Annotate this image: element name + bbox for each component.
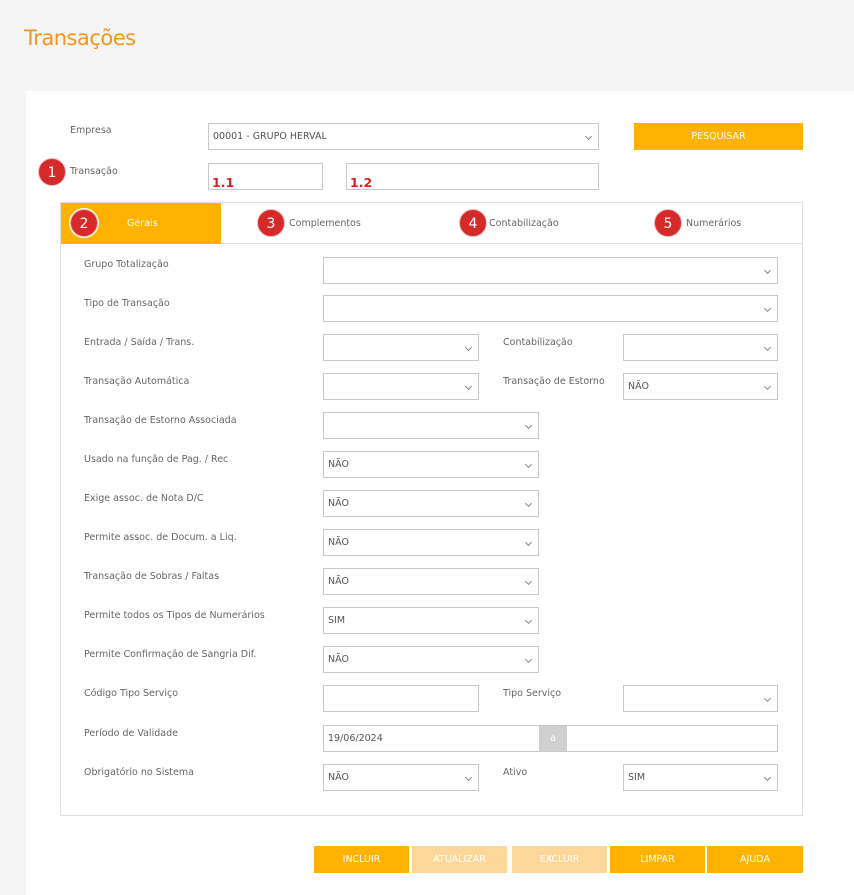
marker-5-badge: 5 [654,209,682,237]
usado-pag-rec-select[interactable]: NÃO [323,451,539,478]
marker-1-1-label: 1.1 [212,175,235,190]
pesquisar-button[interactable]: PESQUISAR [634,123,803,150]
main-panel: Empresa 00001 - GRUPO HERVAL PESQUISAR 1… [26,91,854,895]
permite-docum-label: Permite assoc. de Docum. a Liq. [84,532,237,543]
tipo-servico-select[interactable] [623,685,778,712]
codigo-tipo-servico-label: Código Tipo Serviço [84,688,179,699]
transacao-label: Transação [70,166,118,177]
empresa-label: Empresa [70,125,112,136]
codigo-tipo-servico-input[interactable] [323,685,479,712]
incluir-button[interactable]: INCLUIR [314,846,409,873]
periodo-separator: a [539,726,567,751]
sobras-faltas-select[interactable]: NÃO [323,568,539,595]
tab-complementos-label: Complementos [289,218,361,229]
tab-complementos[interactable]: 3 Complementos [257,203,377,244]
ativo-label: Ativo [503,767,528,778]
estorno-associada-select[interactable] [323,412,539,439]
sobras-faltas-label: Transação de Sobras / Faltas [84,571,220,582]
usado-pag-rec-label: Usado na função de Pag. / Rec [84,454,229,465]
grupo-totalizacao-select[interactable] [323,257,778,284]
marker-2-badge: 2 [70,209,98,237]
ajuda-button[interactable]: AJUDA [707,846,803,873]
marker-1-badge: 1 [38,158,66,186]
todos-numerarios-label: Permite todos os Tipos de Numerários [84,610,265,621]
transacao-automatica-label: Transação Automática [84,376,190,387]
tipo-transacao-label: Tipo de Transação [84,298,170,309]
page-title: Transações [24,26,136,50]
ativo-select[interactable]: SIM [623,764,778,791]
tab-numerarios[interactable]: 5 Numerários [654,203,764,244]
todos-numerarios-select[interactable]: SIM [323,607,539,634]
marker-1-2-label: 1.2 [350,175,373,190]
contabilizacao-select[interactable] [623,334,778,361]
periodo-validade-label: Período de Validade [84,728,178,739]
periodo-start-value[interactable]: 19/06/2024 [328,733,383,744]
limpar-button[interactable]: LIMPAR [610,846,705,873]
exige-nota-label: Exige assoc. de Nota D/C [84,493,204,504]
tab-contabilizacao-label: Contabilização [489,218,559,229]
transacao-code-input[interactable]: 1.1 [208,163,323,190]
obrigatorio-select[interactable]: NÃO [323,764,479,791]
obrigatorio-label: Obrigatório no Sistema [84,767,194,778]
estorno-associada-label: Transação de Estorno Associada [84,415,237,426]
marker-4-badge: 4 [459,209,487,237]
transacao-estorno-label: Transação de Estorno [503,376,605,387]
excluir-button[interactable]: EXCLUIR [512,846,607,873]
exige-nota-select[interactable]: NÃO [323,490,539,517]
tab-gerais-label: Gerais [127,218,158,229]
entrada-saida-select[interactable] [323,334,479,361]
confirmacao-sangria-select[interactable]: NÃO [323,646,539,673]
tab-numerarios-label: Numerários [686,218,742,229]
transacao-estorno-select[interactable]: NÃO [623,373,778,400]
empresa-select[interactable]: 00001 - GRUPO HERVAL [208,123,599,150]
tab-contabilizacao[interactable]: 4 Contabilização [459,203,579,244]
confirmacao-sangria-label: Permite Confirmação de Sangria Dif. [84,649,257,660]
periodo-validade-field: 19/06/2024 a [323,725,778,752]
transacao-desc-input[interactable]: 1.2 [346,163,599,190]
atualizar-button[interactable]: ATUALIZAR [412,846,507,873]
tipo-servico-label: Tipo Serviço [503,688,562,699]
contabilizacao-label: Contabilização [503,337,573,348]
permite-docum-select[interactable]: NÃO [323,529,539,556]
transacao-automatica-select[interactable] [323,373,479,400]
tipo-transacao-select[interactable] [323,295,778,322]
marker-3-badge: 3 [257,209,285,237]
tab-gerais[interactable]: 2 Gerais [61,203,221,244]
tab-bar: 2 Gerais 3 Complementos 4 Contabilização… [61,203,802,244]
entrada-saida-label: Entrada / Saída / Trans. [84,337,195,348]
grupo-totalizacao-label: Grupo Totalização [84,259,169,270]
